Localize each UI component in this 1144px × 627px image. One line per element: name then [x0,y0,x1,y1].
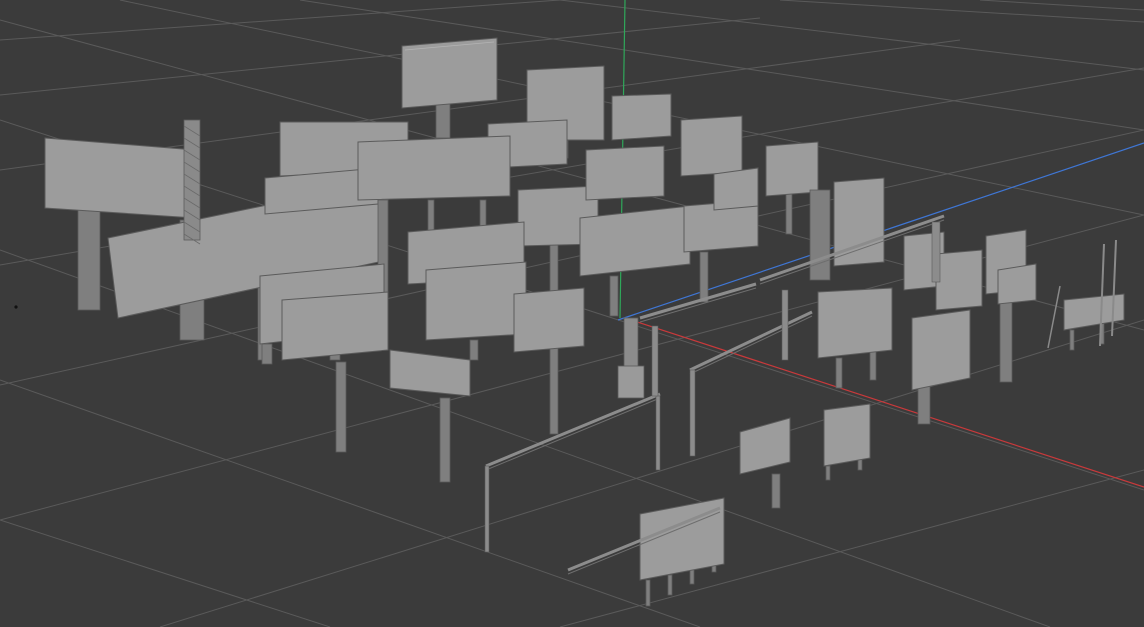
overhead-gantry[interactable] [639,282,757,397]
support-post [667,574,673,596]
gantry-post [931,221,941,283]
billboard-icon[interactable] [817,287,893,389]
billboard-panel [281,291,389,361]
billboard-panel [997,263,1037,305]
billboard-panel [513,287,585,353]
support-post [999,299,1013,383]
billboard-panel [911,309,971,391]
billboard-panel [44,137,196,219]
support-post [261,343,273,365]
support-post [609,275,619,317]
billboard-icon[interactable] [680,115,743,177]
billboard-icon[interactable] [585,145,665,201]
billboard-panel [401,37,498,109]
billboard-icon[interactable] [823,403,871,481]
viewport-canvas[interactable] [0,0,1144,627]
support-post [869,349,877,381]
grid-line [0,379,701,627]
column-base [617,365,645,399]
billboard-icon[interactable] [513,287,585,353]
gantry-post [651,325,659,397]
billboard-icon[interactable] [281,291,389,453]
billboard-icon[interactable] [401,37,498,139]
billboard-panel [357,135,511,201]
billboard-panel [713,167,759,211]
billboard-panel [1063,293,1125,331]
billboard-models[interactable] [44,37,1125,607]
billboard-panel [611,93,672,141]
origin-point-icon [14,305,18,309]
lattice-tower[interactable] [183,119,201,245]
gantry-post [655,395,661,471]
billboard-panel [935,249,983,311]
support-post [809,189,831,281]
billboard-panel [585,145,665,201]
gantry-post [781,289,789,361]
billboard-icon[interactable] [425,261,527,361]
support-post [771,473,781,509]
support-post [699,251,709,303]
support-post [1069,329,1075,351]
billboard-panel [817,287,893,359]
gantry-post [689,369,696,457]
billboard-panel [680,115,743,177]
support-post [645,579,651,607]
billboard-icon[interactable] [713,167,759,211]
billboard-panel [823,403,871,467]
support-post [469,339,479,361]
gantry-beam [689,310,813,372]
billboard-panel [389,349,471,397]
grid-line [0,519,331,627]
overhead-gantry[interactable] [484,392,661,553]
gantry-beam [485,392,661,468]
grid-line [0,17,761,96]
billboard-icon[interactable] [579,205,691,317]
support-post [825,465,831,481]
support-post [77,209,101,311]
billboard-icon[interactable] [935,249,983,311]
grid-line [779,0,1144,23]
billboard-panel [425,261,527,341]
tower-mast [183,119,201,241]
thin-mast [1047,285,1061,349]
gantry-beam [639,282,757,320]
support-post [785,193,793,235]
billboard-icon[interactable] [639,497,725,607]
grid-line [979,0,1144,11]
billboard-icon[interactable] [809,177,885,281]
billboard-icon[interactable] [389,349,471,483]
billboard-icon[interactable] [911,309,971,425]
support-post [335,361,347,453]
support-post [835,357,843,389]
grid-line [559,0,1144,71]
billboard-panel [739,417,791,475]
billboard-panel [765,141,819,197]
3d-viewport[interactable] [0,0,1144,627]
billboard-icon[interactable] [997,263,1037,305]
gantry-post [484,465,490,553]
support-post [435,103,451,139]
billboard-panel [579,205,691,277]
support-post [439,397,451,483]
billboard-icon[interactable] [739,417,791,509]
billboard-icon[interactable] [1063,293,1125,351]
billboard-icon[interactable] [611,93,672,141]
